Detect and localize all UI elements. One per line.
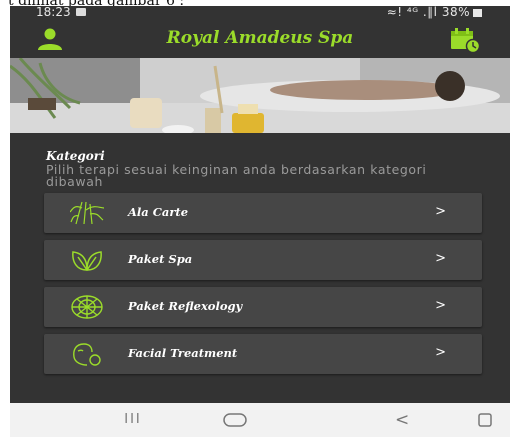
status-time: 18:23 [36, 6, 71, 19]
phone-screen: 18:23 ≈! ⁴ᴳ .∥l 38% Royal Amadeus Spa Ka… [10, 6, 510, 437]
category-label: Ala Carte [128, 205, 189, 219]
section-subtitle: Pilih terapi sesuai keinginan anda berda… [46, 162, 427, 189]
chevron-right-icon: > [435, 251, 446, 266]
back-button[interactable]: < [395, 403, 415, 437]
chevron-right-icon: > [435, 204, 446, 219]
leaf-icon [72, 251, 102, 271]
category-label: Paket Reflexology [128, 299, 243, 313]
system-nav-bar: III < [10, 403, 510, 437]
booking-icon[interactable] [450, 27, 480, 53]
battery-icon [473, 9, 482, 17]
chevron-right-icon: > [435, 298, 446, 313]
category-label: Facial Treatment [128, 346, 238, 360]
category-item-ala-carte[interactable]: Ala Carte > [44, 193, 482, 233]
category-section: Kategori Pilih terapi sesuai keinginan a… [10, 133, 510, 403]
category-item-paket-reflexology[interactable]: Paket Reflexology > [44, 287, 482, 327]
chevron-right-icon: > [435, 345, 446, 360]
hero-banner-image [10, 58, 510, 133]
category-label: Paket Spa [128, 252, 193, 266]
bamboo-icon [70, 201, 104, 225]
section-title: Kategori [46, 149, 105, 163]
app-title: Royal Amadeus Spa [166, 28, 354, 48]
home-button[interactable] [220, 403, 250, 437]
status-bar: 18:23 ≈! ⁴ᴳ .∥l 38% [10, 6, 510, 22]
message-notification-icon [76, 8, 86, 16]
recent-apps-button[interactable]: III [118, 403, 148, 437]
category-item-paket-spa[interactable]: Paket Spa > [44, 240, 482, 280]
status-signal-text: ≈! ⁴ᴳ .∥l 38% [386, 6, 470, 19]
spa-banner-illustration [10, 58, 510, 133]
app-bar: Royal Amadeus Spa [10, 22, 510, 58]
reflexology-icon [71, 295, 103, 319]
status-indicators: ≈! ⁴ᴳ .∥l 38% [387, 6, 482, 20]
category-item-facial-treatment[interactable]: Facial Treatment > [44, 334, 482, 374]
category-list: Ala Carte > Paket Spa > Paket Reflexolog… [44, 193, 482, 381]
overview-square-icon[interactable] [475, 403, 495, 437]
facial-icon [73, 343, 101, 366]
